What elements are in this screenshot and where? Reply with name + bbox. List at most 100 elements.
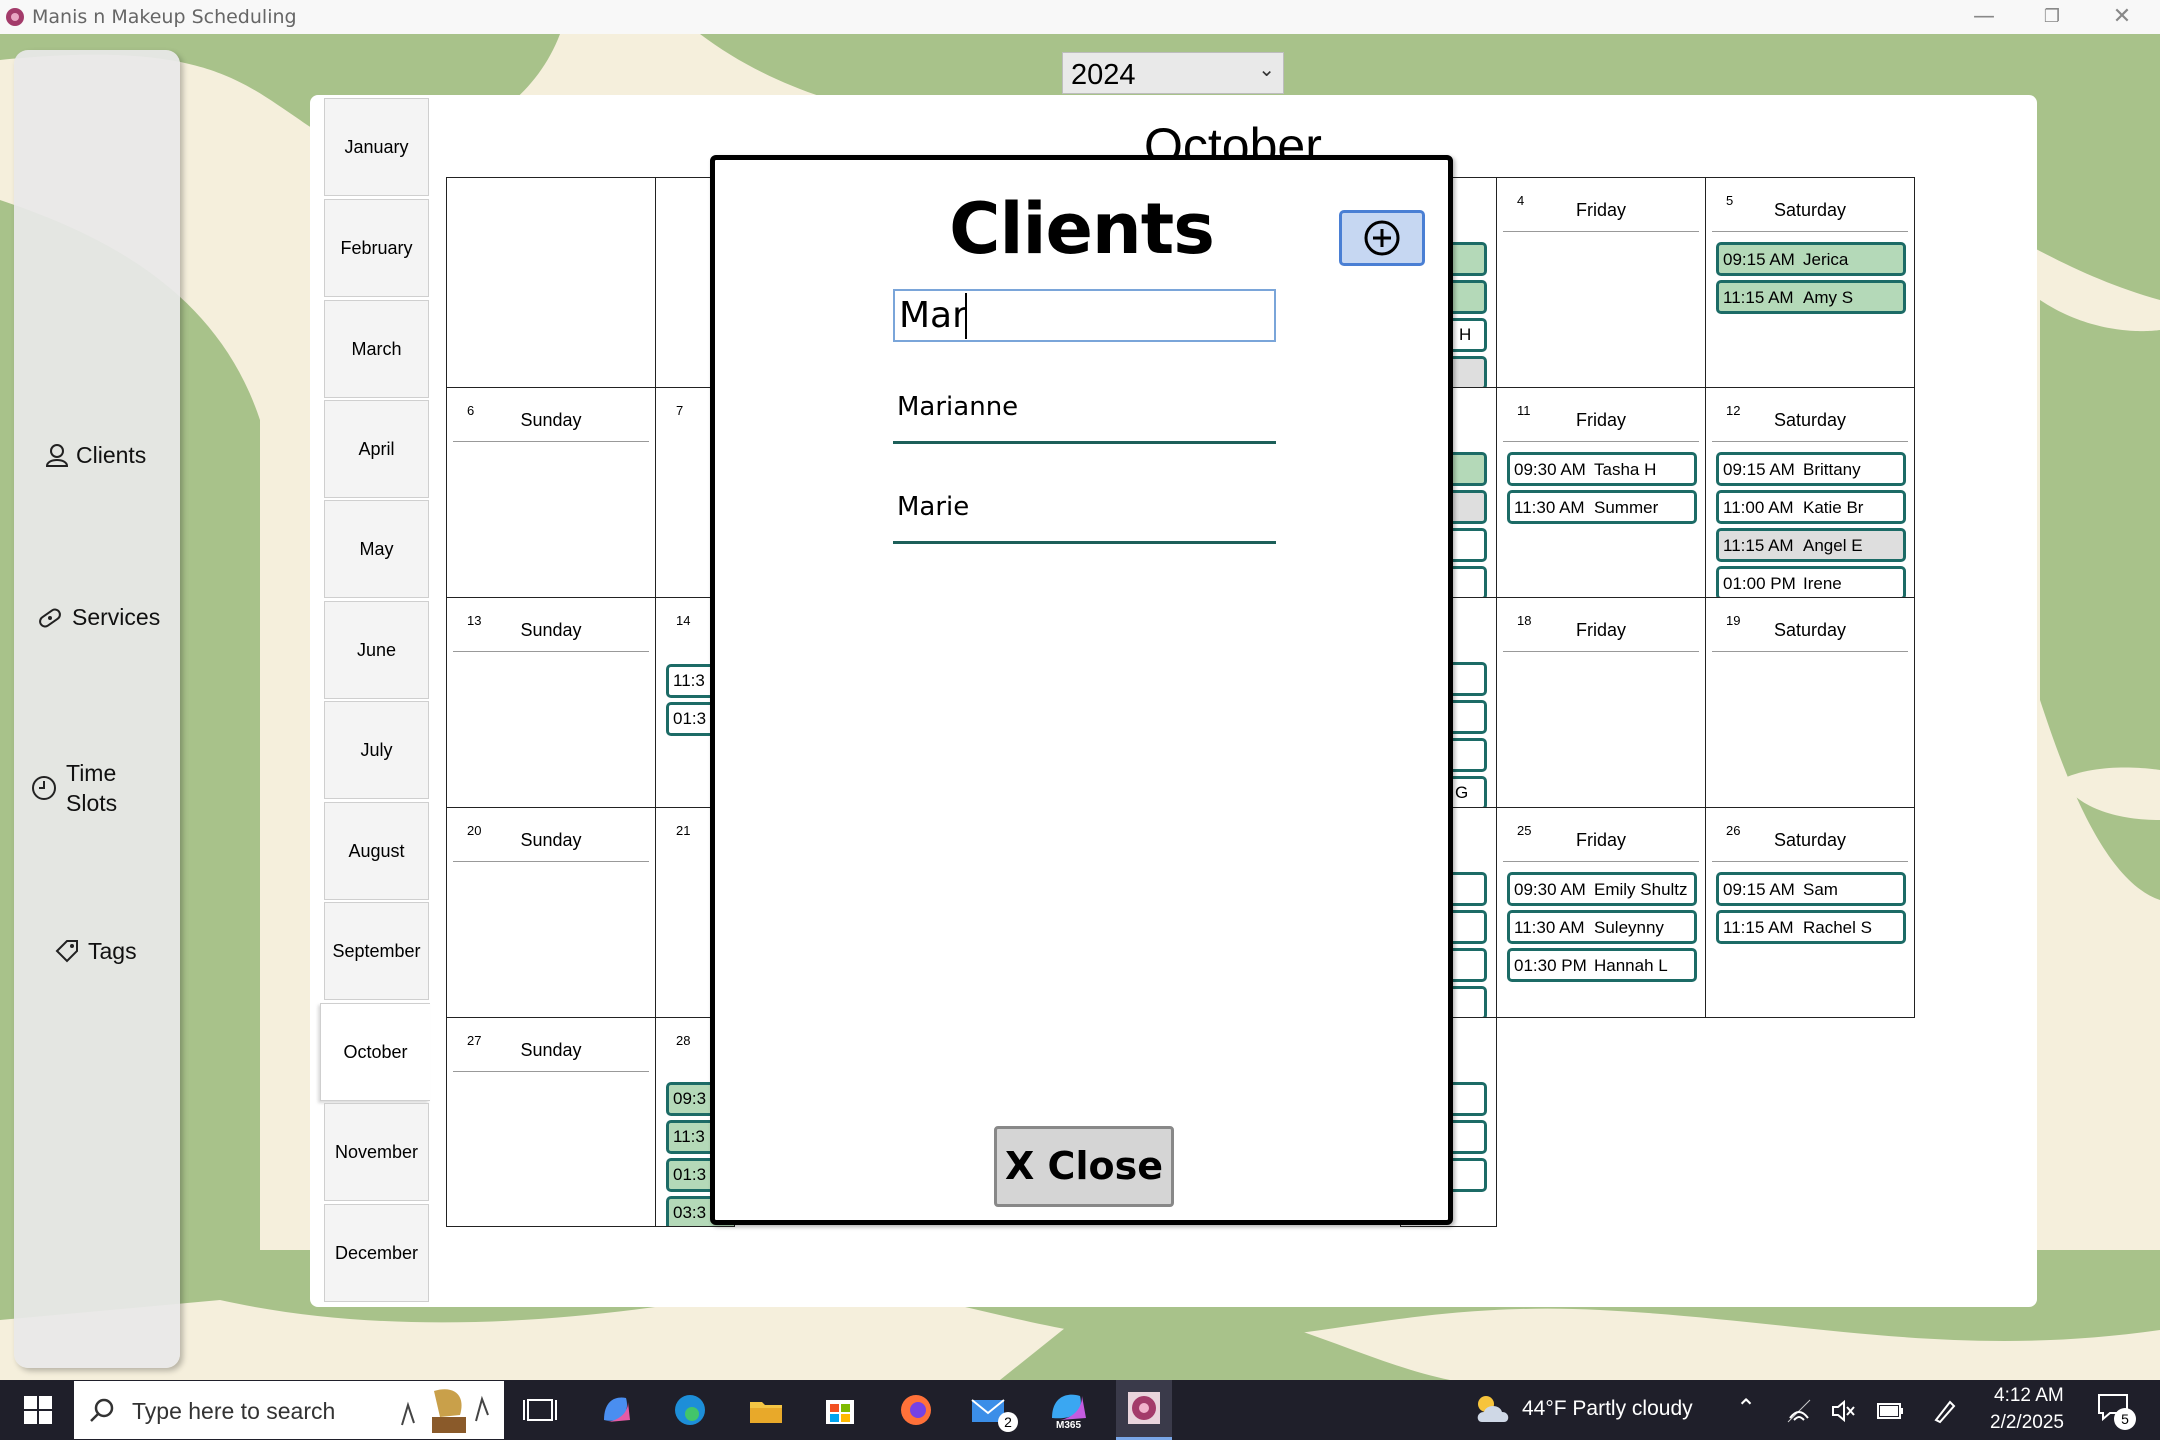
search-placeholder: Type here to search xyxy=(132,1398,336,1424)
month-label: February xyxy=(340,238,413,258)
month-label: March xyxy=(351,339,402,359)
copilot-icon[interactable] xyxy=(596,1390,636,1430)
clock-date[interactable]: 2/2/2025 xyxy=(1990,1412,2064,1434)
appointment[interactable]: 11:15 AM Amy S xyxy=(1716,280,1906,314)
appointment[interactable]: 11:15 AM Angel E xyxy=(1716,528,1906,562)
sidebar-item-clients[interactable]: Clients xyxy=(14,440,180,490)
client-search-input[interactable]: Mar xyxy=(893,289,1276,342)
network-icon[interactable] xyxy=(1786,1398,1812,1424)
month-label: July xyxy=(360,740,393,760)
battery-icon[interactable] xyxy=(1876,1400,1904,1422)
file-explorer-icon[interactable] xyxy=(746,1390,786,1430)
manis-app-taskbar-button[interactable] xyxy=(1116,1380,1172,1440)
month-title: October xyxy=(1144,118,1322,160)
tab-may[interactable]: May xyxy=(324,500,429,598)
clients-dialog: Clients Mar Marianne Marie X Close xyxy=(710,155,1453,1225)
appointment[interactable]: 09:15 AM Brittany xyxy=(1716,452,1906,486)
day-cell[interactable]: 18 Friday xyxy=(1496,597,1706,808)
day-name: Friday xyxy=(1575,410,1626,430)
day-cell[interactable]: 26 Saturday 09:15 AM Sam 11:15 AM Rachel S xyxy=(1705,807,1915,1018)
day-cell[interactable]: 12 Saturday 09:15 AM Brittany 11:00 AM Kat… xyxy=(1705,387,1915,598)
tab-august[interactable]: August xyxy=(324,802,429,900)
tab-september[interactable]: September xyxy=(324,902,429,1000)
sidebar-item-label: Clients xyxy=(76,442,147,468)
year-select[interactable]: 2024 ⌄ xyxy=(1062,52,1284,94)
m365-icon xyxy=(1052,1394,1086,1420)
sidebar-item-label: Services xyxy=(72,604,161,630)
day-cell[interactable]: 5 Saturday 09:15 AM Jerica 11:15 AM Amy S xyxy=(1705,177,1915,388)
edge-browser-icon[interactable] xyxy=(670,1390,710,1430)
day-cell[interactable]: 27 Sunday xyxy=(446,1017,656,1227)
appointment[interactable]: 11:00 AM Katie Br xyxy=(1716,490,1906,524)
sidebar-item-services[interactable]: Services xyxy=(14,602,180,652)
day-cell[interactable] xyxy=(446,177,656,388)
day-cell[interactable]: 20 Sunday xyxy=(446,807,656,1018)
close-window-button[interactable]: ✕ xyxy=(2092,2,2152,32)
day-name: Friday xyxy=(1575,200,1626,220)
tab-june[interactable]: June xyxy=(324,601,429,699)
restore-button[interactable]: ❐ xyxy=(2022,2,2082,32)
client-result[interactable]: Marie xyxy=(893,472,1276,544)
appointment[interactable]: 09:15 AM Jerica xyxy=(1716,242,1906,276)
pen-icon[interactable] xyxy=(1932,1398,1958,1424)
sidebar-item-time-slots[interactable]: Time Slots xyxy=(14,758,180,824)
taskbar-search-input[interactable]: Type here to search xyxy=(74,1381,504,1439)
tab-december[interactable]: December xyxy=(324,1204,429,1302)
day-name: Saturday xyxy=(1773,200,1847,220)
appointment[interactable]: 11:30 AM Summer xyxy=(1507,490,1697,524)
tag-icon xyxy=(55,940,78,963)
day-cell[interactable]: 4 Friday xyxy=(1496,177,1706,388)
tab-january[interactable]: January xyxy=(324,98,429,196)
close-dialog-button[interactable]: X Close xyxy=(994,1126,1174,1207)
title-bar: Manis n Makeup Scheduling — ❐ ✕ xyxy=(0,0,2160,34)
task-view-icon[interactable] xyxy=(520,1390,560,1430)
day-cell[interactable]: 25 Friday 09:30 AM Emily Shultz 11:30 AM S… xyxy=(1496,807,1706,1018)
mail-app[interactable]: 2 xyxy=(968,1390,1018,1436)
tab-november[interactable]: November xyxy=(324,1103,429,1201)
add-client-button[interactable] xyxy=(1339,210,1425,266)
volume-muted-icon[interactable] xyxy=(1830,1398,1856,1424)
client-name: Marie xyxy=(897,492,970,522)
minimize-button[interactable]: — xyxy=(1954,2,2014,32)
tab-october[interactable]: October xyxy=(320,1003,430,1101)
windows-start-icon[interactable] xyxy=(18,1390,58,1430)
day-cell[interactable]: 19 Saturday xyxy=(1705,597,1915,808)
firefox-icon[interactable] xyxy=(896,1390,936,1430)
weather-partly-cloudy-icon[interactable] xyxy=(1472,1392,1514,1428)
app-logo-icon xyxy=(6,8,24,26)
tab-march[interactable]: March xyxy=(324,300,429,398)
appointment[interactable]: 11:15 AM Rachel S xyxy=(1716,910,1906,944)
month-label: April xyxy=(358,439,395,459)
appointment[interactable]: 01:00 PM Irene xyxy=(1716,566,1906,597)
client-name: Marianne xyxy=(897,392,1019,422)
appointment[interactable]: 09:15 AM Sam xyxy=(1716,872,1906,906)
mail-badge: 2 xyxy=(998,1412,1018,1432)
chevron-up-icon[interactable]: ⌃ xyxy=(1736,1394,1756,1423)
tab-april[interactable]: April xyxy=(324,400,429,498)
month-label: December xyxy=(334,1243,419,1263)
sidebar: Clients Services Time Slots Tags xyxy=(14,50,180,1368)
day-name: Friday xyxy=(1575,830,1626,850)
client-result[interactable]: Marianne xyxy=(893,372,1276,444)
day-cell[interactable]: 13 Sunday xyxy=(446,597,656,808)
window-title: Manis n Makeup Scheduling xyxy=(32,6,297,28)
tab-july[interactable]: July xyxy=(324,701,429,799)
appointment[interactable]: 01:30 PM Hannah L xyxy=(1507,948,1697,982)
notifications-button[interactable]: 5 xyxy=(2096,1392,2140,1432)
weather-text[interactable]: 44°F Partly cloudy xyxy=(1522,1397,1693,1421)
appointment[interactable]: 09:30 AM Tasha H xyxy=(1507,452,1697,486)
clock-icon xyxy=(32,776,56,800)
day-cell[interactable]: 11 Friday 09:30 AM Tasha H 11:30 AM Summer xyxy=(1496,387,1706,598)
day-number: 21 xyxy=(676,823,691,838)
microsoft-store-icon[interactable] xyxy=(820,1390,860,1430)
m365-app[interactable]: M365 xyxy=(1046,1388,1090,1436)
clock-time[interactable]: 4:12 AM xyxy=(1994,1385,2064,1407)
tab-february[interactable]: February xyxy=(324,199,429,297)
month-label: November xyxy=(334,1142,419,1162)
search-value: Mar xyxy=(899,295,967,336)
appointment[interactable]: 09:30 AM Emily Shultz xyxy=(1507,872,1697,906)
sidebar-item-tags[interactable]: Tags xyxy=(14,936,180,986)
month-label: October xyxy=(343,1042,408,1062)
appointment[interactable]: 11:30 AM Suleynny xyxy=(1507,910,1697,944)
day-cell[interactable]: 6 Sunday xyxy=(446,387,656,598)
